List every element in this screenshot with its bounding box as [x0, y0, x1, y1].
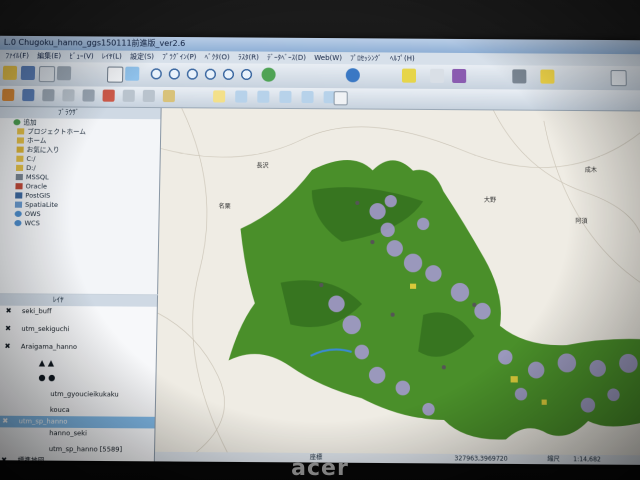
- place-label: 名栗: [218, 202, 230, 210]
- save-project-icon[interactable]: [21, 66, 35, 80]
- zoom-selection-icon[interactable]: [221, 67, 235, 81]
- laptop-screen: L.0 Chugoku_hanno_ggs150111前進版_ver2.6 ﾌｧ…: [0, 36, 640, 465]
- layer-item[interactable]: hanno_seki: [0, 427, 154, 440]
- select-features-icon[interactable]: [402, 69, 416, 83]
- zoom-layer-icon[interactable]: [203, 67, 217, 81]
- print-icon[interactable]: [57, 66, 71, 80]
- layer-item[interactable]: ✖ seki_buff: [0, 306, 157, 319]
- label-icon[interactable]: [611, 70, 627, 86]
- menu-vector[interactable]: ﾍﾞｸﾀ(O): [205, 53, 230, 61]
- feather-icon: [15, 202, 22, 208]
- menu-layer[interactable]: ﾚｲﾔ(L): [102, 52, 122, 60]
- zoom-last-icon[interactable]: [239, 67, 253, 81]
- menu-help[interactable]: ﾍﾙﾌﾟ(H): [390, 54, 415, 62]
- field-calculator-icon[interactable]: [452, 69, 466, 83]
- zoom-out-icon[interactable]: [167, 67, 181, 81]
- place-label: 成木: [585, 166, 597, 174]
- pan-to-selection-icon[interactable]: [125, 67, 139, 81]
- menu-edit[interactable]: 編集(E): [37, 52, 61, 60]
- identify-icon[interactable]: [346, 68, 360, 82]
- globe-icon: [15, 211, 22, 217]
- laptop-brand-logo: acer: [0, 456, 640, 480]
- menu-processing[interactable]: ﾌﾟﾛｾｯｼﾝｸﾞ: [350, 54, 382, 62]
- add-feature-icon[interactable]: [42, 89, 54, 101]
- copy-icon[interactable]: [143, 90, 155, 102]
- node-tool-icon[interactable]: [82, 89, 94, 101]
- folder-icon: [17, 128, 24, 134]
- paste-icon[interactable]: [163, 90, 175, 102]
- menu-settings[interactable]: 設定(S): [130, 53, 154, 61]
- browser-panel: ﾌﾞﾗｳｻﾞ 追加 プロジェクトホーム ホーム お気に入り C:/ D:/ MS…: [0, 107, 162, 294]
- triangle-icon: ▲ ▲: [39, 357, 55, 369]
- add-icon: [13, 119, 20, 125]
- globe-icon: [14, 220, 21, 226]
- new-layer-icon[interactable]: [39, 66, 55, 82]
- annotation-icon[interactable]: [540, 70, 554, 84]
- dot-icon: ● ●: [38, 372, 55, 384]
- measure-icon[interactable]: [512, 69, 526, 83]
- menu-plugins[interactable]: ﾌﾟﾗｸﾞｲﾝ(P): [162, 53, 196, 61]
- delete-feature-icon[interactable]: [102, 90, 114, 102]
- zoom-in-icon[interactable]: [149, 67, 163, 81]
- layer-item[interactable]: utm_gyoucieikukaku: [0, 388, 155, 401]
- checkbox-icon[interactable]: ✖: [2, 416, 8, 428]
- map-canvas[interactable]: 長沢 名栗 大野 阿須 成木: [155, 108, 640, 455]
- checkbox-icon[interactable]: ✖: [4, 341, 10, 353]
- csw-icon[interactable]: [334, 91, 348, 105]
- checkbox-icon[interactable]: ✖: [5, 306, 11, 317]
- menu-raster[interactable]: ﾗｽﾀ(R): [238, 53, 259, 61]
- menu-file[interactable]: ﾌｧｲﾙ(F): [5, 52, 29, 60]
- folder-icon: [16, 165, 23, 171]
- checkbox-icon[interactable]: ✖: [5, 323, 11, 335]
- layer-item[interactable]: ✖ utm_sekiguchi: [0, 323, 156, 336]
- open-project-icon[interactable]: [3, 66, 17, 80]
- database-icon: [15, 183, 22, 189]
- refresh-icon[interactable]: [261, 68, 275, 82]
- place-label: 大野: [484, 196, 496, 204]
- edit-pencil-icon[interactable]: [2, 89, 14, 101]
- move-feature-icon[interactable]: [62, 89, 74, 101]
- star-icon: [17, 147, 24, 153]
- save-edits-icon[interactable]: [22, 89, 34, 101]
- layer-legend-symbols: ▲ ▲ ● ●: [0, 353, 156, 390]
- database-icon: [16, 174, 23, 180]
- folder-icon: [17, 137, 24, 143]
- pan-hand-icon[interactable]: [107, 67, 123, 83]
- label-pin-icon[interactable]: [279, 91, 291, 103]
- menu-database[interactable]: ﾃﾞｰﾀﾍﾞｰｽ(D): [267, 54, 306, 62]
- place-label: 長沢: [256, 161, 268, 169]
- menu-web[interactable]: Web(W): [314, 54, 342, 62]
- browser-item[interactable]: WCS: [0, 219, 158, 229]
- deselect-icon[interactable]: [430, 69, 444, 83]
- elephant-icon: [15, 192, 22, 198]
- menu-view[interactable]: ﾋﾞｭｰ(V): [69, 52, 94, 60]
- label-move-icon[interactable]: [235, 90, 247, 102]
- layers-panel: ﾚｲﾔ ✖ seki_buff ✖ utm_sekiguchi ✖ Araigama_…: [0, 294, 158, 461]
- place-label: 阿須: [575, 217, 587, 225]
- label-abc-icon[interactable]: [213, 90, 225, 102]
- folder-icon: [16, 156, 23, 162]
- label-rotate-icon[interactable]: [257, 91, 269, 103]
- label-show-icon[interactable]: [301, 91, 313, 103]
- map-svg: 長沢 名栗 大野 阿須 成木: [155, 108, 640, 455]
- cut-icon[interactable]: [123, 90, 135, 102]
- photo: L.0 Chugoku_hanno_ggs150111前進版_ver2.6 ﾌｧ…: [0, 0, 640, 480]
- zoom-full-icon[interactable]: [185, 67, 199, 81]
